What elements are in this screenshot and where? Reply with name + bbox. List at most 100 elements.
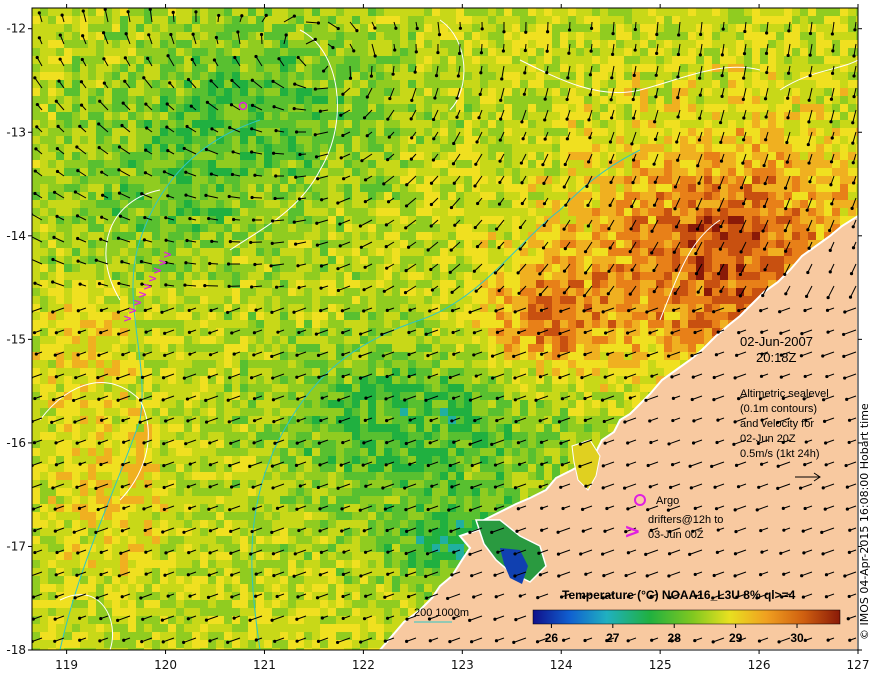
velocity-arrow-head [240,14,244,18]
velocity-arrow-head [276,330,280,334]
velocity-arrow-head [610,116,614,120]
velocity-arrow-head [607,269,611,273]
velocity-arrow-head [381,354,385,358]
velocity-arrow-head [185,397,190,401]
velocity-arrow-head [776,464,780,468]
velocity-arrow-head [633,48,637,52]
velocity-arrow-head [54,331,58,335]
velocity-arrow-head [208,353,213,357]
velocity-arrow-head [99,572,103,577]
velocity-arrow-head [320,616,324,620]
velocity-arrow-head [589,26,594,31]
velocity-arrow-head [831,49,835,53]
velocity-arrow-head [339,156,343,160]
velocity-arrow-head [557,420,562,424]
sealevel-line-5: 0.5m/s (1kt 24h) [740,448,819,460]
velocity-arrow-head [270,354,274,358]
velocity-arrow-head [362,441,366,445]
velocity-arrow-head [275,506,280,510]
velocity-arrow-head [428,309,432,313]
velocity-arrow-head [408,462,412,466]
velocity-arrow-head [425,552,430,556]
velocity-arrow-head [633,27,637,32]
velocity-arrow-head [583,396,587,401]
velocity-arrow-head [698,93,702,97]
velocity-arrow-head [208,261,212,266]
velocity-arrow-head [142,441,146,445]
velocity-arrow-head [629,227,633,231]
velocity-arrow-head [97,282,102,286]
velocity-arrow-head [166,194,170,198]
velocity-arrow-head [232,217,236,222]
velocity-arrow-head [742,202,746,206]
velocity-arrow-head [739,250,743,254]
velocity-arrow-head [845,507,849,511]
velocity-arrow-head [97,397,101,401]
velocity-arrow-head [558,331,562,336]
velocity-arrow-head [497,246,501,250]
lat-tick-label: -12 [6,22,26,36]
velocity-arrow-head [164,238,168,242]
velocity-arrow-head [691,441,696,445]
velocity-arrow-head [676,158,680,162]
velocity-arrow-head [386,200,391,204]
velocity-arrow-head [560,463,564,467]
velocity-arrow-head [851,121,855,125]
velocity-arrow-head [541,163,545,167]
velocity-arrow-head [233,55,237,60]
velocity-arrow-head [578,464,582,468]
velocity-arrow-head [319,418,323,423]
velocity-arrow-head [341,133,345,138]
velocity-arrow-head [783,229,787,233]
velocity-arrow-head [120,123,124,128]
velocity-arrow-head [271,552,275,556]
drifter-position: > [123,312,132,325]
velocity-arrow-head [429,181,434,185]
velocity-arrow-head [339,113,343,117]
velocity-arrow-head [363,178,368,182]
velocity-arrow-head [654,95,658,99]
velocity-arrow-head [208,331,212,335]
velocity-arrow-head [232,352,236,356]
drifters-line-1: drifters@12h to [648,514,723,526]
velocity-arrow-head [318,529,322,533]
velocity-arrow-head [470,486,474,490]
velocity-arrow-head [516,441,521,445]
velocity-arrow-head [538,293,542,297]
velocity-arrow-head [33,550,37,555]
velocity-arrow-head [250,150,254,154]
velocity-arrow-head [501,49,505,53]
velocity-arrow-head [292,106,296,111]
velocity-arrow-head [719,289,723,293]
velocity-arrow-head [426,507,430,512]
velocity-arrow-head [457,51,462,56]
velocity-arrow-head [207,375,211,379]
velocity-arrow-head [714,353,719,357]
velocity-arrow-head [414,50,418,54]
velocity-arrow-head [676,75,680,79]
velocity-arrow-head [785,160,789,164]
date-label: 02-Jun-2007 [740,334,813,349]
velocity-arrow-head [520,120,524,124]
velocity-arrow-head [479,71,483,75]
velocity-arrow-head [164,419,168,423]
velocity-arrow-head [604,331,608,335]
velocity-arrow-head [318,109,322,113]
velocity-arrow-head [539,440,544,444]
velocity-arrow-head [160,618,164,622]
velocity-arrow-head [825,308,830,312]
lon-tick-label: 119 [55,658,78,672]
velocity-arrow-head [250,285,254,289]
velocity-arrow-head [386,550,390,554]
velocity-arrow-head [429,418,433,423]
velocity-arrow-head [565,117,569,121]
velocity-arrow-head [292,310,296,314]
velocity-arrow-head [719,140,723,144]
velocity-arrow-head [534,398,538,402]
velocity-arrow-head [162,485,166,490]
velocity-arrow-head [143,308,147,312]
velocity-arrow-head [163,573,167,577]
velocity-arrow-head [650,229,654,233]
velocity-arrow-head [231,150,235,154]
velocity-arrow-head [603,441,607,445]
